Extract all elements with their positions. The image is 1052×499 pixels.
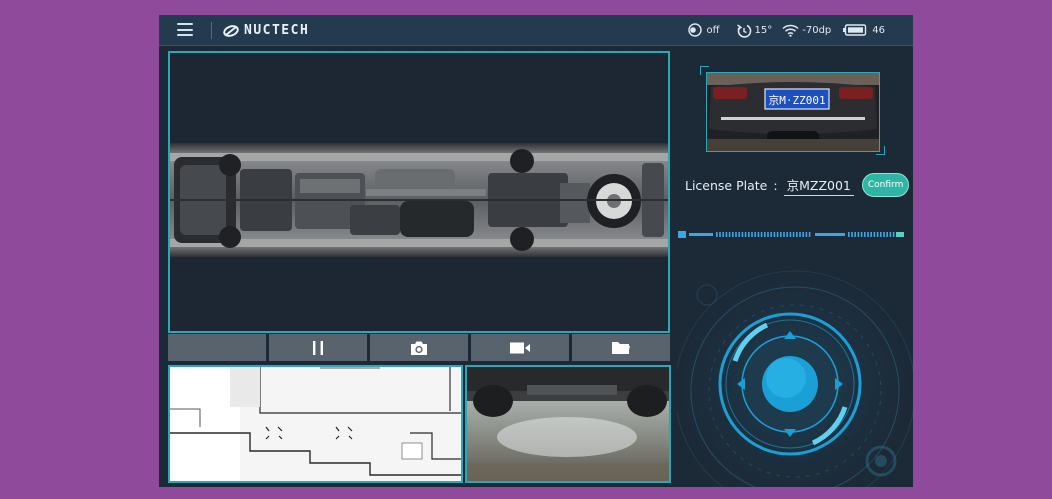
progress-tick [870,232,872,237]
progress-tick [796,232,798,237]
blank-control-button[interactable] [168,334,266,361]
photo-plate-text: 京M·ZZ001 [768,93,825,107]
arrow-down-icon[interactable] [784,429,796,437]
progress-tick [719,232,721,237]
progress-tick [741,232,744,237]
license-plate-label: License Plate [685,177,768,193]
toggle-icon [688,23,703,37]
battery-value: 46 [872,24,885,36]
progress-tick [860,232,863,237]
progress-tick [886,232,888,237]
pause-button[interactable] [269,334,367,361]
progress-tick [748,232,750,237]
snapshot-button[interactable] [370,334,468,361]
tilt-status: 15° [736,23,773,38]
progress-tick [802,232,804,237]
progress-tick [764,232,766,237]
progress-tick [889,232,892,237]
progress-tick [751,232,753,237]
progress-tick [873,232,876,237]
confirm-button[interactable]: Confirm [861,173,910,197]
signal-value: -70dp [802,24,832,36]
progress-tick [851,232,853,237]
progress-tick [783,232,785,237]
label-separator: : [773,177,778,193]
battery-icon [843,24,867,36]
menu-icon[interactable] [177,23,193,36]
progress-tick [770,232,772,237]
progress-tick [728,232,731,237]
progress-tick [722,232,724,237]
app-window: NUCTECH off 15° -70dp 46 京M·ZZ001 Licens… [159,15,913,487]
progress-tick [799,232,801,237]
battery-status: 46 [843,24,885,36]
side-camera-image [467,367,669,481]
progress-tick [760,232,763,237]
progress-tick [754,232,756,237]
scan-progress-bar [678,231,904,238]
progress-tick [735,232,737,237]
pause-icon [313,340,323,355]
signal-status: -70dp [782,24,831,37]
progress-tick [757,232,760,237]
arrow-left-icon[interactable] [737,378,745,390]
folder-icon [612,341,630,354]
video-control-bar [168,334,670,361]
progress-tick [725,232,728,237]
undercarriage-scan-view[interactable] [168,51,670,333]
folder-button[interactable] [572,334,670,361]
joystick-control[interactable] [717,311,863,457]
joystick-graphic [718,312,862,456]
license-plate-input[interactable]: 京MZZ001 [783,175,854,196]
progress-tick [732,232,734,237]
wifi-icon [782,24,799,37]
status-area: off 15° -70dp 46 [677,15,885,45]
progress-tick [716,232,718,237]
camera-icon [411,341,427,355]
progress-tick [808,232,811,237]
lidar-map-image [170,367,461,481]
progress-tick [876,232,879,237]
progress-tick [892,232,895,237]
lidar-map-view[interactable] [168,365,463,483]
logo-text: NUCTECH [244,23,310,38]
toggle-label: off [706,24,720,36]
progress-tick [805,232,808,237]
light-toggle[interactable]: off [687,23,720,37]
progress-tick [880,232,882,237]
car-rear-image: 京M·ZZ001 [707,73,879,151]
license-plate-photo: 京M·ZZ001 [706,72,880,152]
tilt-value: 15° [754,24,773,36]
progress-tick [864,232,866,237]
side-camera-view[interactable] [465,365,671,483]
progress-tick [854,232,856,237]
top-bar: NUCTECH off 15° -70dp 46 [159,15,913,46]
progress-tick [776,232,779,237]
progress-tick [848,232,850,237]
progress-tick [789,232,792,237]
brand-logo: NUCTECH [223,22,309,39]
header-divider [211,22,212,39]
rotation-icon [736,23,751,38]
arrow-up-icon[interactable] [784,331,796,339]
progress-tick [780,232,782,237]
progress-tick [867,232,869,237]
logo-mark-icon [223,24,239,37]
progress-tick [786,232,788,237]
license-plate-row: License Plate : 京MZZ001 Confirm [685,172,913,198]
video-icon [510,342,530,353]
vehicle-undercarriage-image [170,143,668,257]
record-button[interactable] [471,334,569,361]
progress-tick [883,232,885,237]
progress-tick [857,232,860,237]
progress-tick [767,232,769,237]
progress-tick [792,232,795,237]
progress-tick [738,232,740,237]
progress-tick [744,232,747,237]
progress-tick [773,232,776,237]
arrow-right-icon[interactable] [835,378,843,390]
